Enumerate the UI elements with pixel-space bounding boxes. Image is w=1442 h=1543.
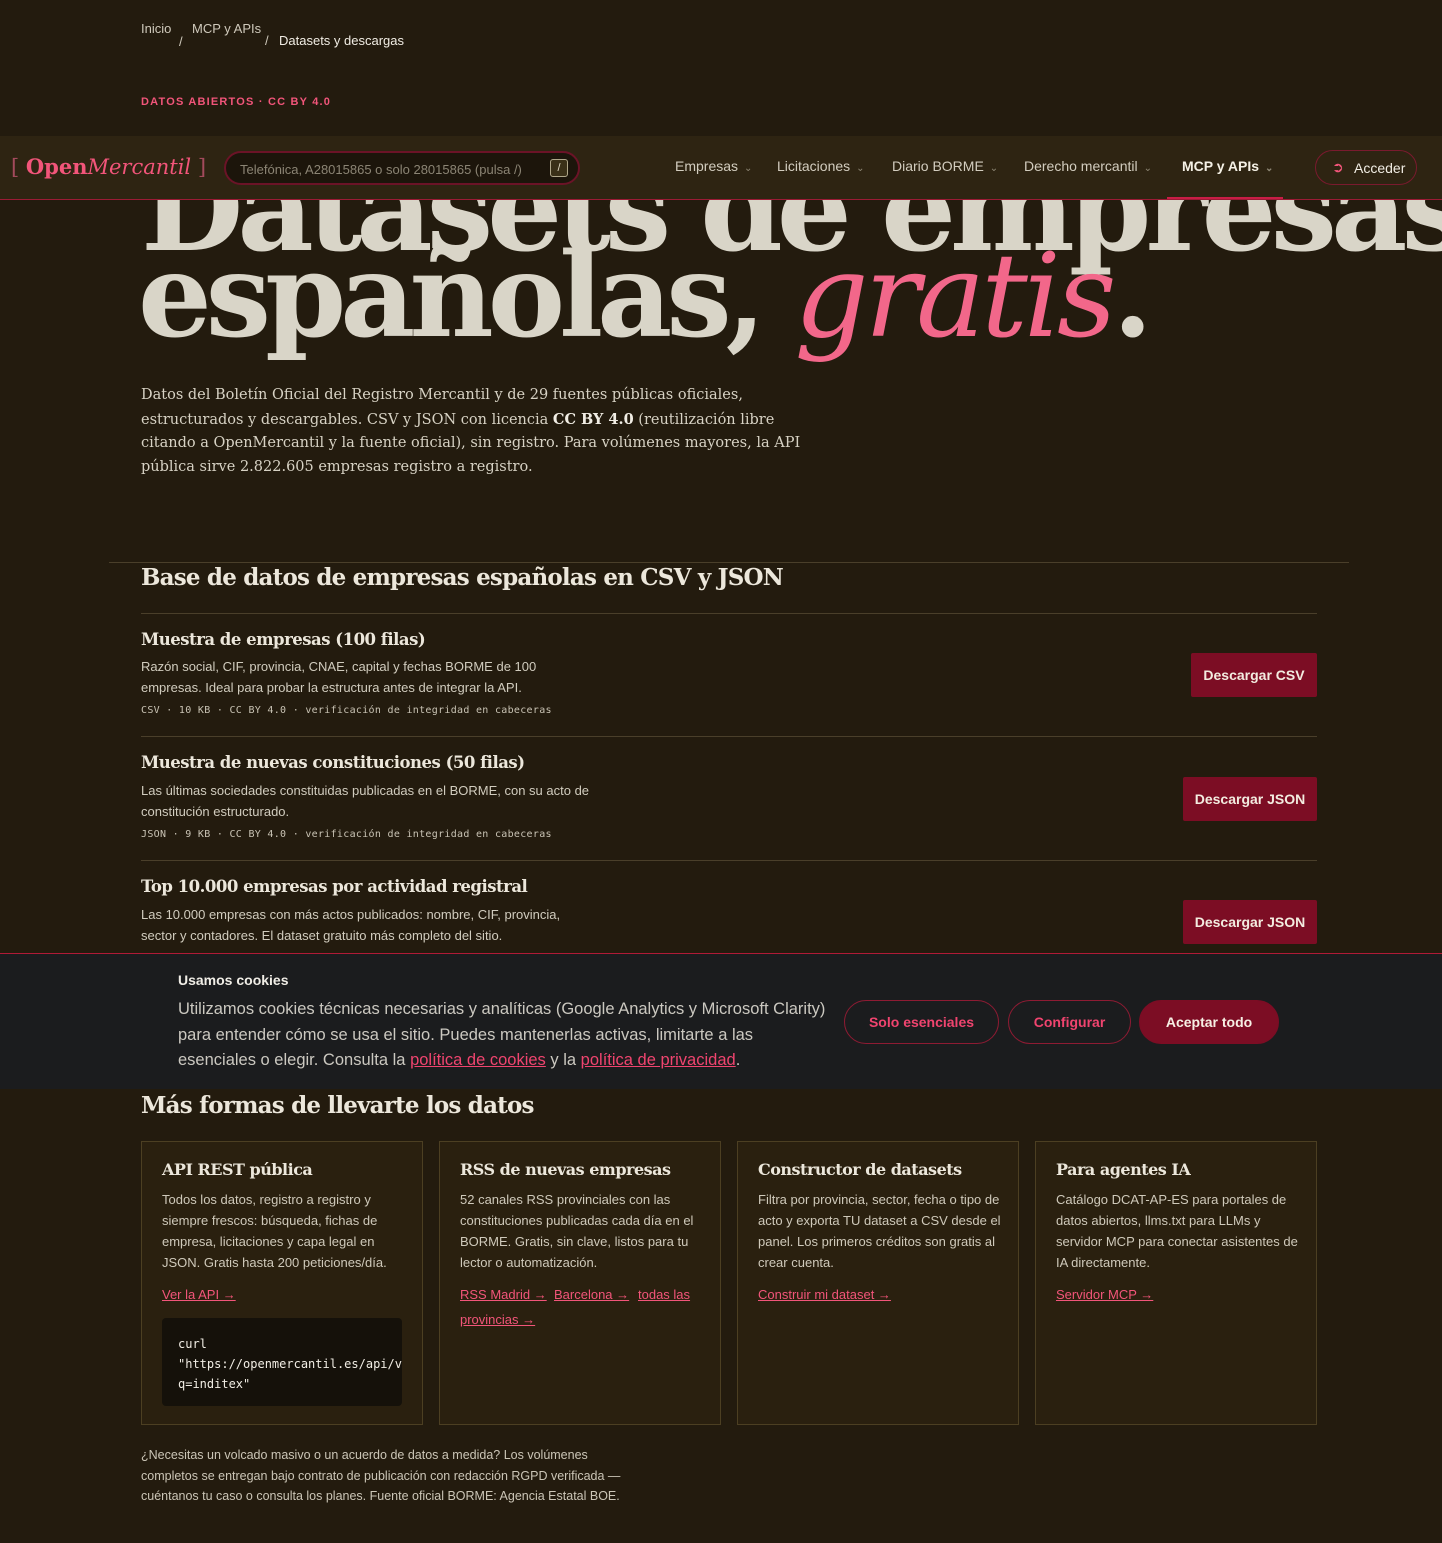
- nav-item-mcp-apis[interactable]: MCP y APIs ⌄: [1182, 158, 1273, 174]
- card-rss: RSS de nuevas empresas 52 canales RSS pr…: [439, 1141, 721, 1425]
- breadcrumb-current: Datasets y descargas: [279, 33, 405, 48]
- card-title: Para agentes IA: [1056, 1160, 1191, 1179]
- search-input[interactable]: Telefónica, A28015865 o solo 28015865 (p…: [224, 151, 580, 185]
- breadcrumb-separator: /: [265, 33, 269, 48]
- card-description: Catálogo DCAT-AP-ES para portales de dat…: [1056, 1192, 1298, 1270]
- site-logo[interactable]: [ OpenMercantil ]: [11, 154, 206, 179]
- login-button[interactable]: ➲ Acceder: [1315, 150, 1417, 185]
- section-divider: [109, 562, 1349, 563]
- hero-title-accent: gratis: [794, 229, 1116, 364]
- nav-item-derecho-mercantil[interactable]: Derecho mercantil ⌄: [1024, 158, 1152, 174]
- dataset-description: Las últimas sociedades constituidas publ…: [141, 783, 590, 819]
- nav-active-indicator: [1167, 197, 1283, 199]
- card-title: Constructor de datasets: [758, 1160, 962, 1179]
- row-divider: [141, 736, 1317, 737]
- mcp-server-link[interactable]: Servidor MCP →: [1056, 1287, 1153, 1302]
- footnote: ¿Necesitas un volcado masivo o un acuerd…: [141, 1448, 621, 1503]
- chevron-down-icon: ⌄: [989, 163, 999, 174]
- chevron-down-icon: ⌄: [1143, 163, 1152, 174]
- chevron-down-icon: ⌄: [856, 163, 865, 174]
- card-description: Filtra por provincia, sector, fecha o ti…: [758, 1192, 1001, 1270]
- card-description: Todos los datos, registro a registro y s…: [162, 1192, 387, 1270]
- dataset-title: Muestra de nuevas constituciones (50 fil…: [141, 753, 525, 772]
- card-title: RSS de nuevas empresas: [460, 1160, 671, 1179]
- accept-all-cookies-button[interactable]: Aceptar todo: [1139, 1000, 1279, 1044]
- dataset-meta: JSON · 9 KB · CC BY 4.0 · verificación d…: [141, 829, 552, 840]
- api-link[interactable]: Ver la API →: [162, 1287, 236, 1302]
- card-description: 52 canales RSS provinciales con las cons…: [460, 1192, 694, 1270]
- card-api-rest: API REST pública Todos los datos, regist…: [141, 1141, 423, 1425]
- hero-title-line2: españolas, gratis.: [138, 238, 1153, 355]
- nav-item-licitaciones[interactable]: Licitaciones ⌄: [777, 158, 865, 174]
- download-csv-button[interactable]: Descargar CSV: [1191, 653, 1317, 697]
- download-json-button[interactable]: Descargar JSON: [1183, 777, 1317, 821]
- logo-bracket-close: ]: [197, 155, 207, 179]
- cookie-text-3: .: [735, 1051, 741, 1069]
- download-json-button[interactable]: Descargar JSON: [1183, 900, 1317, 944]
- nav-label: MCP y APIs: [1182, 158, 1260, 174]
- configure-cookies-button[interactable]: Configurar: [1008, 1000, 1131, 1044]
- essential-cookies-button[interactable]: Solo esenciales: [844, 1000, 999, 1044]
- row-divider: [141, 613, 1317, 614]
- more-section-title: Más formas de llevarte los datos: [141, 1092, 534, 1119]
- logo-bracket-open: [: [11, 155, 20, 179]
- login-label: Acceder: [1354, 160, 1406, 176]
- dataset-title: Muestra de empresas (100 filas): [141, 630, 426, 649]
- nav-label: Licitaciones: [777, 158, 851, 174]
- nav-item-diario-borme[interactable]: Diario BORME ⌄: [892, 158, 998, 174]
- breadcrumb-home[interactable]: Inicio: [141, 21, 171, 36]
- breadcrumb-separator: /: [179, 34, 183, 49]
- cookie-policy-link[interactable]: política de cookies: [410, 1051, 546, 1069]
- rss-barcelona-link[interactable]: Barcelona →: [554, 1287, 629, 1302]
- nav-label: Empresas: [675, 158, 739, 174]
- search-placeholder: Telefónica, A28015865 o solo 28015865 (p…: [240, 162, 522, 177]
- login-icon: ➲: [1332, 159, 1344, 175]
- eyebrow-label: DATOS ABIERTOS · CC BY 4.0: [141, 96, 332, 108]
- datasets-section-title: Base de datos de empresas españolas en C…: [141, 564, 784, 591]
- row-divider: [141, 860, 1317, 861]
- card-dataset-builder: Constructor de datasets Filtra por provi…: [737, 1141, 1019, 1425]
- search-shortcut-key: /: [550, 159, 568, 177]
- cookie-title: Usamos cookies: [178, 972, 289, 988]
- dataset-meta: CSV · 10 KB · CC BY 4.0 · verificación d…: [141, 705, 552, 716]
- chevron-down-icon: ⌄: [744, 163, 753, 174]
- dataset-description: Las 10.000 empresas con más actos public…: [141, 907, 561, 943]
- intro-license: CC BY 4.0: [552, 410, 634, 428]
- code-text: curl "https://openmercantil.es/api/v1/ q…: [178, 1337, 402, 1391]
- hero-title-main: españolas,: [138, 228, 795, 364]
- hero-title-period: .: [1112, 228, 1153, 364]
- cookie-text: Utilizamos cookies técnicas necesarias y…: [178, 997, 828, 1074]
- rss-madrid-link[interactable]: RSS Madrid →: [460, 1287, 547, 1302]
- cookie-text-2: y la: [545, 1051, 581, 1069]
- logo-open: Open: [25, 154, 88, 179]
- breadcrumb-section[interactable]: MCP y APIs: [192, 21, 261, 36]
- card-ai-agents: Para agentes IA Catálogo DCAT-AP-ES para…: [1035, 1141, 1317, 1425]
- hero-intro: Datos del Boletín Oficial del Registro M…: [141, 384, 811, 479]
- code-snippet: curl "https://openmercantil.es/api/v1/ q…: [162, 1318, 402, 1406]
- rss-all-provinces-link[interactable]: provincias →: [460, 1312, 535, 1327]
- build-dataset-link[interactable]: Construir mi dataset →: [758, 1287, 891, 1302]
- dataset-title: Top 10.000 empresas por actividad regist…: [141, 877, 528, 896]
- nav-label: Diario BORME: [892, 158, 984, 174]
- nav-item-empresas[interactable]: Empresas ⌄: [675, 158, 752, 174]
- card-title: API REST pública: [162, 1160, 313, 1179]
- privacy-policy-link[interactable]: política de privacidad: [581, 1051, 736, 1069]
- logo-mercantil: Mercantil: [87, 155, 192, 179]
- nav-label: Derecho mercantil: [1024, 158, 1138, 174]
- rss-all-provinces-link[interactable]: todas las: [638, 1287, 690, 1302]
- dataset-description: Razón social, CIF, provincia, CNAE, capi…: [141, 659, 537, 695]
- chevron-down-icon: ⌄: [1265, 163, 1274, 174]
